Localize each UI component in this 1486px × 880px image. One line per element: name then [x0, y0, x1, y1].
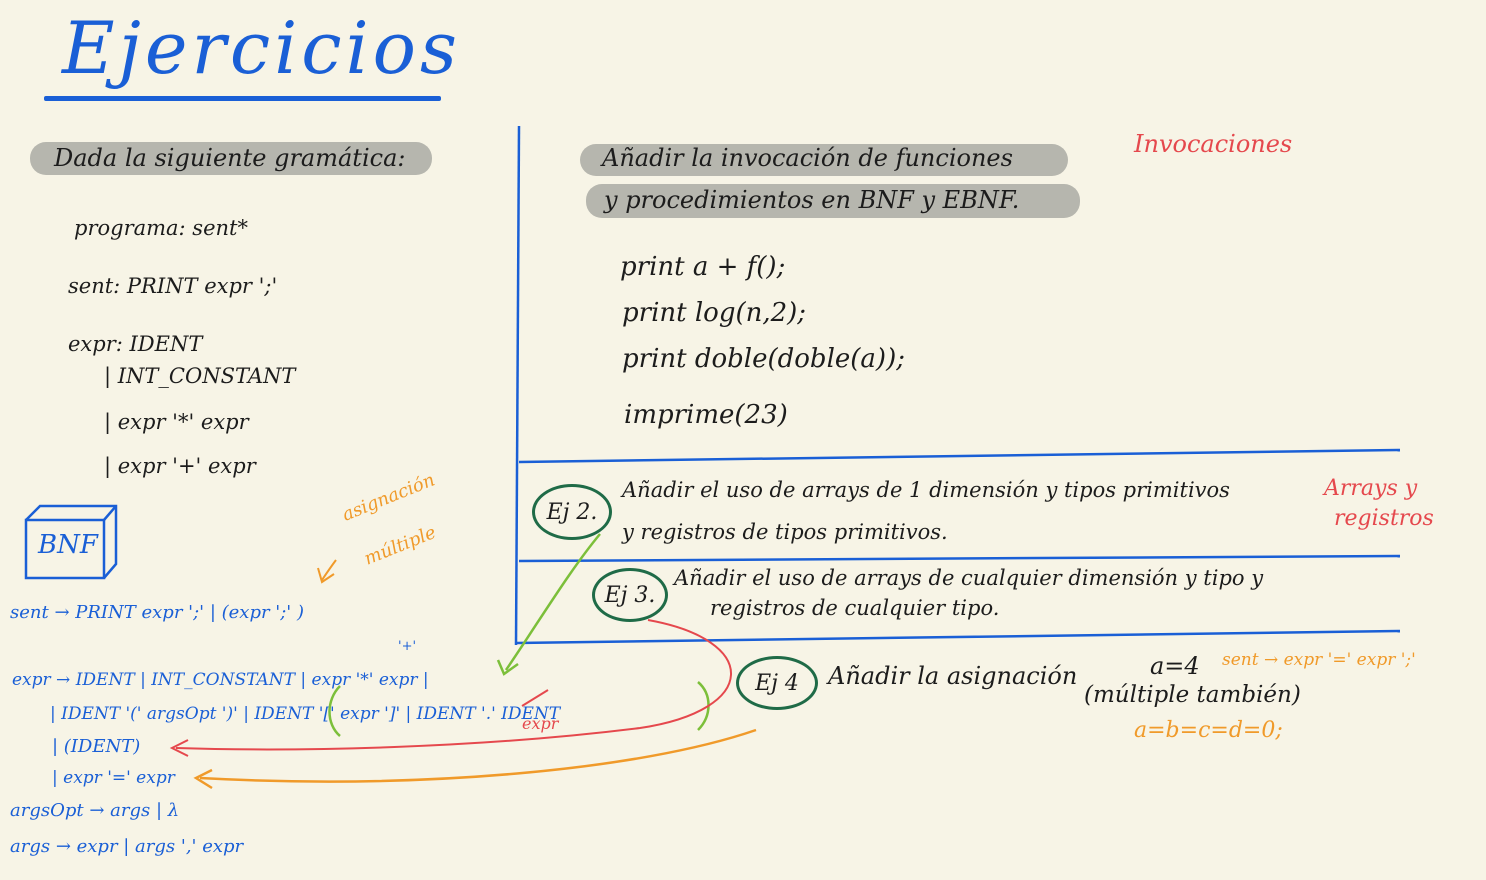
connector-arrows: [169, 533, 757, 790]
